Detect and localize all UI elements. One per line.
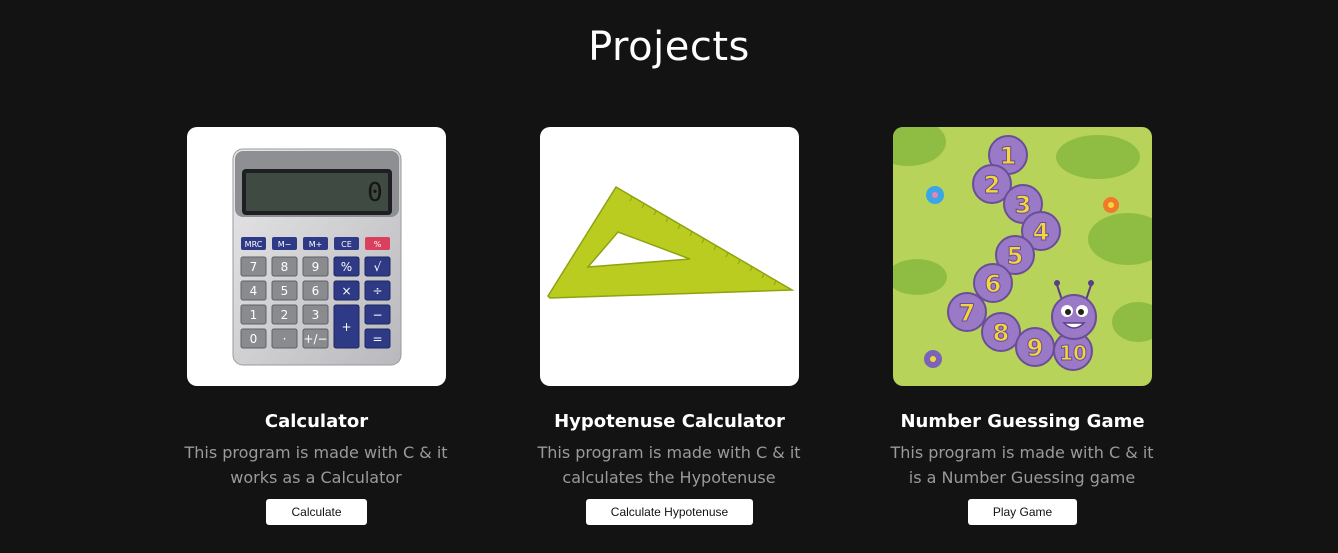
caterpillar-illustration: 123456789 10 [893,127,1152,371]
page-title: Projects [588,24,750,70]
calc-key-label: 1 [250,308,258,322]
caterpillar-numbers-image: 1 2 3 4 5 6 7 8 9 10 [893,127,1152,386]
set-square-image [540,127,799,386]
project-card-calculator: 0 MRC M− M+ CE% 7 8 9% √ 4 5 6 × ÷ 1 2 3 + − 0 · +/− = Calcu… [184,127,448,525]
calc-key-label: % [341,260,352,274]
calc-key-label: 3 [312,308,320,322]
project-title: Number Guessing Game [900,411,1145,432]
segment-number: 7 [959,299,976,327]
play-game-button[interactable]: Play Game [967,499,1078,525]
calc-key-label: √ [374,260,382,274]
calc-key-label: 0 [250,332,258,346]
segment-number: 10 [1059,341,1087,365]
segment-number: 1 [1000,142,1017,170]
calc-key-label: 4 [250,284,258,298]
calc-key-label: = [372,332,382,346]
calculator-memory-keys: MRC M− M+ CE% [241,237,390,250]
segment-number: 6 [985,270,1002,298]
calc-key-label: +/− [303,332,327,346]
calc-key-label: 9 [312,260,320,274]
segment-number: 3 [1015,191,1032,219]
calc-key-label: 2 [281,308,289,322]
segment-number: 5 [1007,242,1024,270]
set-square-illustration [547,185,795,299]
calc-key-label: + [341,320,351,334]
calc-key-label: 6 [312,284,320,298]
calculator-image: 0 MRC M− M+ CE% 7 8 9% √ 4 5 6 × ÷ 1 2 3 + − 0 · +/− = [187,127,446,386]
calculate-button[interactable]: Calculate [266,499,367,525]
calc-key-label: M+ [309,240,323,249]
segment-number: 4 [1033,218,1050,246]
calculator-illustration: 0 MRC M− M+ CE% 7 8 9% √ 4 5 6 × ÷ 1 2 3 + − 0 · +/− = [232,148,402,366]
calc-key-label: 5 [281,284,289,298]
caterpillar-face [1051,280,1097,340]
project-description: This program is made with C & it is a Nu… [890,443,1154,487]
project-description: This program is made with C & it works a… [184,443,448,487]
project-card-number-guessing: 1 2 3 4 5 6 7 8 9 10 Number Guessing Game This pr… [890,127,1154,525]
project-title: Hypotenuse Calculator [554,411,785,432]
segment-number: 9 [1027,334,1044,362]
project-card-hypotenuse: Hypotenuse Calculator This program is ma… [537,127,801,525]
calculator-display: 0 [367,178,383,208]
project-description: This program is made with C & it calcula… [537,443,801,487]
calc-key-label: ÷ [372,284,382,298]
calc-key-label: 7 [250,260,258,274]
calc-key-label: MRC [245,240,263,249]
segment-number: 8 [993,319,1010,347]
calc-key-label: % [374,240,382,249]
calc-key-label: CE [341,240,352,249]
calculate-hypotenuse-button[interactable]: Calculate Hypotenuse [585,499,754,525]
calc-key-label: × [341,284,351,298]
calc-key-label: M− [278,240,292,249]
segment-number: 2 [984,171,1001,199]
calc-key-label: − [372,308,382,322]
project-title: Calculator [264,411,369,432]
calc-key-label: 8 [281,260,289,274]
calc-key-label: · [283,332,287,346]
